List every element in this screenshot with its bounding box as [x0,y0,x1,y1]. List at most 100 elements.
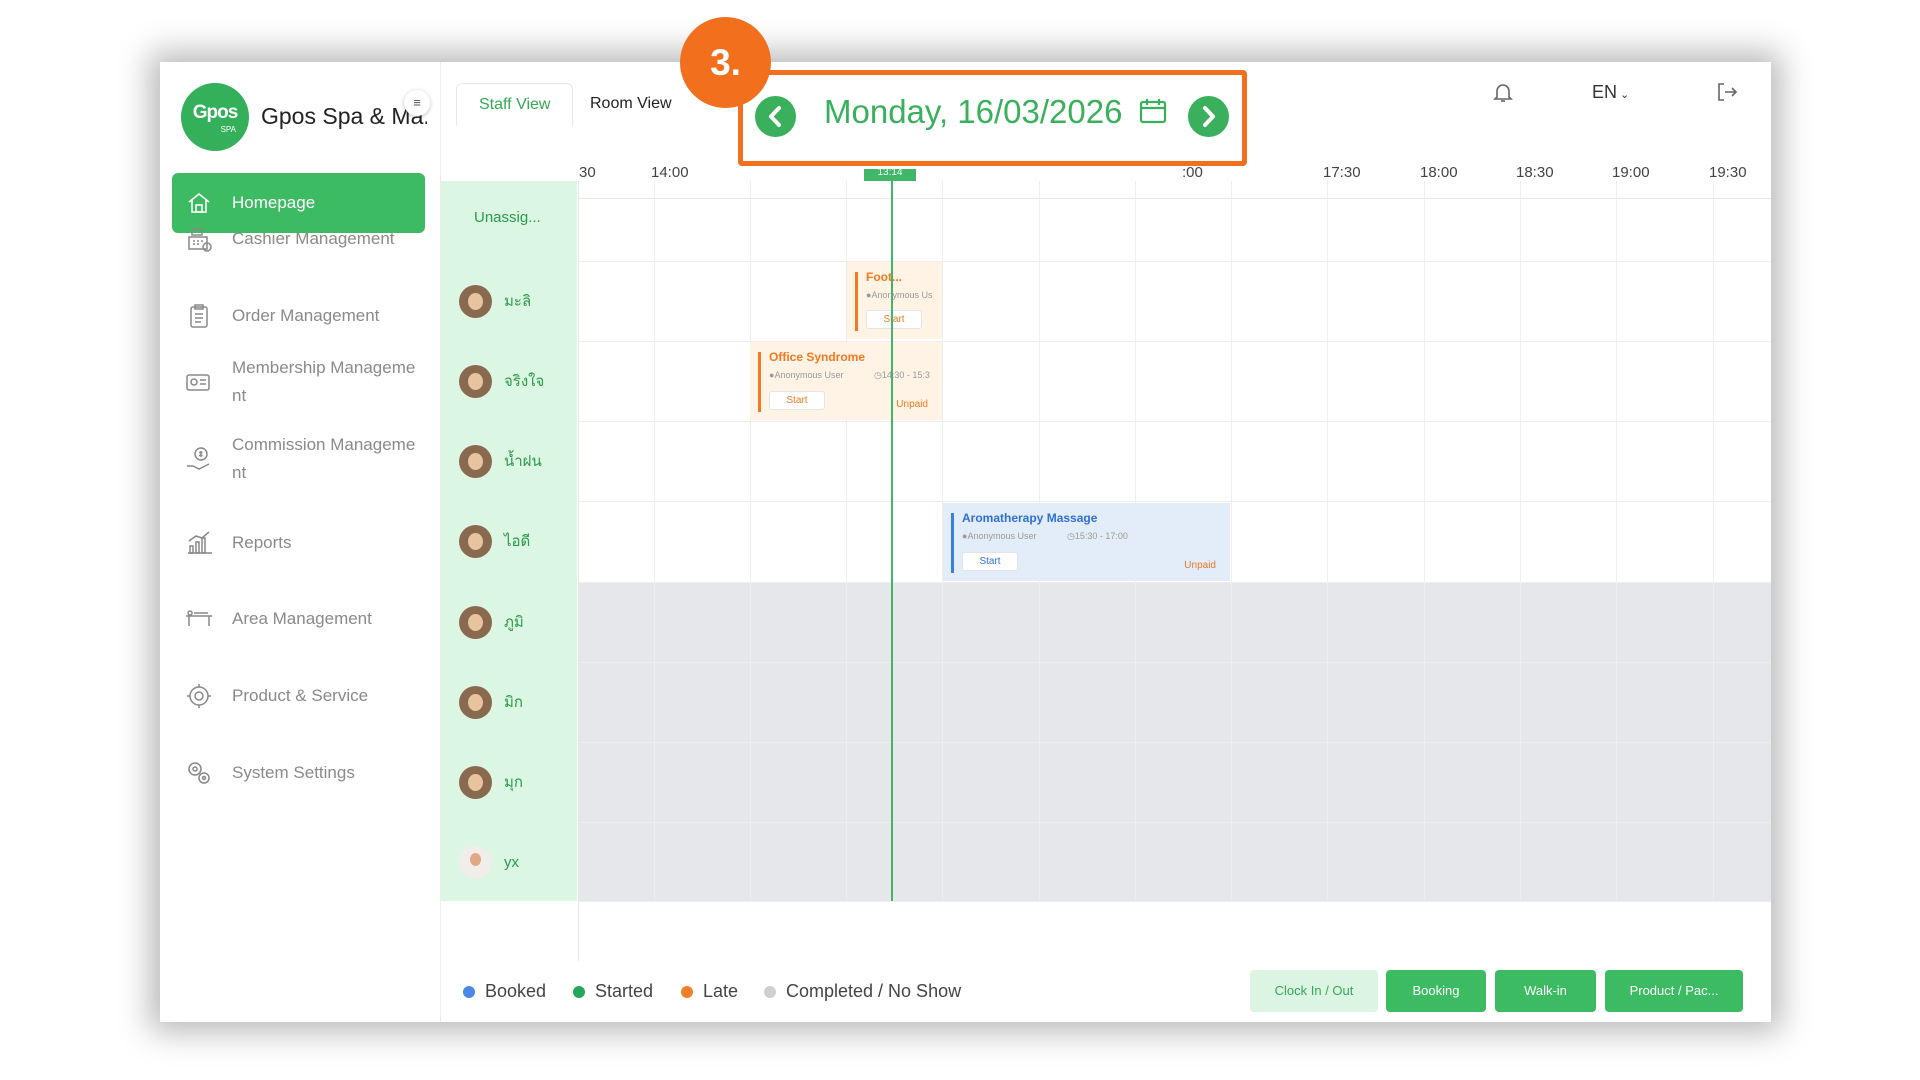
sidebar-item-product-service[interactable]: Product & Service [172,679,425,713]
gears-icon [182,756,216,790]
booking-card[interactable]: Foot... ●Anonymous Us Start [847,262,942,339]
staff-row[interactable]: มุก [441,742,577,822]
sidebar-item-membership[interactable]: Membership Manageme nt [172,354,425,410]
sidebar-item-reports[interactable]: Reports [172,526,425,560]
sidebar-item-label-line1: Commission Manageme [232,435,416,454]
sidebar-item-label-line2: nt [232,386,247,405]
staff-name: มิก [504,694,523,711]
product-package-button[interactable]: Product / Pac... [1605,970,1743,1012]
bell-icon[interactable] [1491,80,1515,109]
commission-icon [182,442,216,476]
next-day-button[interactable] [1188,96,1229,137]
staff-row[interactable]: yx [441,822,577,902]
booking-title: Foot... [866,270,902,284]
time-tick: 18:30 [1516,164,1554,181]
time-tick: :00 [1182,164,1203,181]
avatar [459,284,492,318]
sidebar-item-label-line2: nt [232,463,247,482]
legend-label: Late [703,981,739,1001]
time-tick: 17:30 [1323,164,1361,181]
booking-time-text: 14:30 - 15:3 [881,370,930,380]
start-button[interactable]: Start [866,310,922,329]
current-time-tag: 13:14 [864,169,916,181]
staff-row[interactable]: มะลิ [441,261,577,341]
legend-label: Started [595,981,654,1001]
avatar [459,364,492,398]
walk-in-button[interactable]: Walk-in [1495,970,1596,1012]
sidebar-item-orders[interactable]: Order Management [172,299,425,333]
sidebar-item-area[interactable]: Area Management [172,602,425,636]
legend-label: Completed / No Show [786,981,962,1001]
booking-title: Office Syndrome [769,350,866,364]
booking-card[interactable]: Aromatherapy Massage ●Anonymous User ◷15… [943,503,1230,581]
booking-time-text: 15:30 - 17:00 [1074,531,1128,541]
legend-completed: Completed / No Show [764,981,961,1002]
app-window: Gpos SPA Gpos Spa & Ma.. ≡ Homepage Cash… [160,62,1771,1022]
booking-title: Aromatherapy Massage [962,511,1098,525]
tab-staff-view[interactable]: Staff View [456,83,574,126]
legend-late: Late [681,981,738,1002]
language-label: EN [1592,82,1618,102]
booking-user: ●Anonymous User [769,370,844,380]
calendar-icon [1139,99,1166,124]
start-button[interactable]: Start [769,391,825,410]
start-button[interactable]: Start [962,552,1018,571]
language-selector[interactable]: EN ⌄ [1592,82,1629,103]
staff-row[interactable]: จริงใจ [441,341,577,421]
app-logo: Gpos SPA [181,83,249,151]
time-tick: 14:00 [651,164,689,181]
booking-card[interactable]: Office Syndrome ●Anonymous User ◷14:30 -… [750,342,942,420]
booking-time: ◷15:30 - 17:00 [1067,531,1128,541]
time-tick: 18:00 [1420,164,1458,181]
booking-user: ●Anonymous Us [866,290,933,300]
payment-status: Unpaid [1184,560,1216,571]
sidebar-item-label: Commission Manageme nt [232,431,415,487]
cashier-icon [182,222,216,256]
app-name: Gpos Spa & Ma.. [261,103,427,129]
sidebar-item-label-line1: Membership Manageme [232,358,416,377]
booking-button[interactable]: Booking [1386,970,1486,1012]
previous-day-button[interactable] [755,96,796,137]
completed-dot-icon [764,985,776,998]
avatar [459,605,492,639]
step-number-badge: 3. [680,17,771,108]
date-navigator: Monday, 16/03/2026 [738,70,1247,166]
sidebar-item-label: Membership Manageme nt [232,354,415,410]
time-tick: 30 [579,164,596,181]
sidebar-item-cashier[interactable]: Cashier Management [172,222,425,256]
sidebar-item-commission[interactable]: Commission Manageme nt [172,431,425,487]
sidebar-item-label: Area Management [232,609,372,628]
product-service-icon [182,679,216,713]
staff-name: ภูมิ [504,614,524,631]
tab-room-view[interactable]: Room View [568,83,694,125]
current-date[interactable]: Monday, 16/03/2026 [824,93,1168,131]
sidebar-item-label: Reports [232,533,292,552]
logout-icon[interactable] [1715,80,1739,109]
avatar [459,524,492,558]
clock-in-out-button[interactable]: Clock In / Out [1250,970,1378,1012]
menu-collapse-icon[interactable]: ≡ [404,90,430,116]
unassigned-row-label: Unassig... [474,209,541,226]
staff-row[interactable]: ภูมิ [441,582,577,662]
staff-row[interactable]: ไอดี [441,501,577,581]
legend-started: Started [573,981,653,1002]
sidebar: Gpos SPA Gpos Spa & Ma.. ≡ Homepage Cash… [160,62,441,1022]
chevron-left-icon [769,106,781,127]
staff-row[interactable]: มิก [441,662,577,742]
sidebar-item-label: Product & Service [232,686,369,705]
started-dot-icon [573,985,585,998]
sidebar-item-label: Order Management [232,306,380,325]
booked-dot-icon [463,985,475,998]
sidebar-item-settings[interactable]: System Settings [172,756,425,790]
booking-user: ●Anonymous User [962,531,1037,541]
staff-row[interactable]: น้ำฝน [441,421,577,501]
logo-subtext: SPA [220,125,236,134]
avatar [459,845,492,879]
chevron-down-icon: ⌄ [1620,89,1630,101]
avatar [459,685,492,719]
reports-chart-icon [182,526,216,560]
time-tick: 19:30 [1709,164,1747,181]
booking-time: ◷14:30 - 15:3 [874,370,930,380]
clipboard-icon [182,299,216,333]
staff-name: มะลิ [504,293,532,310]
